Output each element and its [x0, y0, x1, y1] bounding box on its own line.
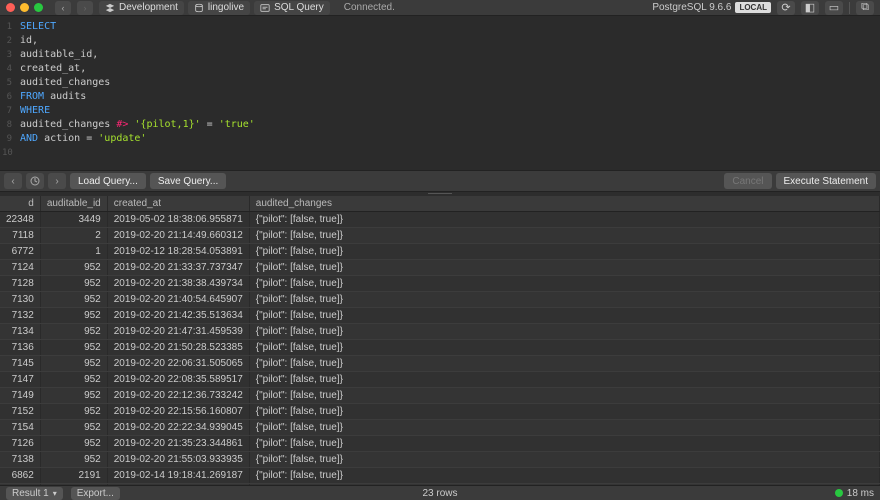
- export-button[interactable]: Export...: [71, 487, 120, 500]
- window-controls: [6, 3, 43, 12]
- nav-back-button[interactable]: ‹: [55, 1, 71, 15]
- minimize-window-icon[interactable]: [20, 3, 29, 12]
- results-grid[interactable]: dauditable_idcreated_ataudited_changes 2…: [0, 196, 880, 485]
- prev-statement-icon[interactable]: ‹: [4, 173, 22, 189]
- table-row[interactable]: 71389522019-02-20 21:55:03.933935{"pilot…: [0, 452, 880, 468]
- table-row[interactable]: 71369522019-02-20 21:50:28.523385{"pilot…: [0, 340, 880, 356]
- close-window-icon[interactable]: [6, 3, 15, 12]
- load-query-button[interactable]: Load Query...: [70, 173, 146, 189]
- zoom-window-icon[interactable]: [34, 3, 43, 12]
- query-editor[interactable]: 12345678910 SELECT id, auditable_id, cre…: [0, 16, 880, 170]
- nav-forward-button[interactable]: ›: [77, 1, 93, 15]
- exec-time: 18 ms: [835, 488, 874, 499]
- status-bar: Result 1 ▾ Export... 23 rows 18 ms: [0, 485, 880, 500]
- history-icon[interactable]: [26, 173, 44, 189]
- result-tab[interactable]: Result 1 ▾: [6, 487, 63, 500]
- table-row[interactable]: 71269522019-02-20 21:35:23.344861{"pilot…: [0, 436, 880, 452]
- db-version: PostgreSQL 9.6.6 LOCAL: [652, 2, 771, 13]
- refresh-icon[interactable]: ⟳: [777, 1, 795, 15]
- column-header-audited_changes[interactable]: audited_changes: [249, 196, 879, 212]
- table-row[interactable]: 71289522019-02-20 21:38:38.439734{"pilot…: [0, 276, 880, 292]
- cancel-button[interactable]: Cancel: [724, 173, 771, 189]
- row-count: 23 rows: [422, 488, 457, 499]
- table-row[interactable]: 2234834492019-05-02 18:38:06.955871{"pil…: [0, 212, 880, 228]
- save-query-button[interactable]: Save Query...: [150, 173, 226, 189]
- next-statement-icon[interactable]: ›: [48, 173, 66, 189]
- column-header-auditable_id[interactable]: auditable_id: [40, 196, 107, 212]
- layout-stack-icon[interactable]: ▭: [825, 1, 843, 15]
- table-row[interactable]: 71329522019-02-20 21:42:35.513634{"pilot…: [0, 308, 880, 324]
- table-row[interactable]: 71459522019-02-20 22:06:31.505065{"pilot…: [0, 356, 880, 372]
- column-header-created_at[interactable]: created_at: [107, 196, 249, 212]
- table-row[interactable]: 71549522019-02-20 22:22:34.939045{"pilot…: [0, 420, 880, 436]
- connection-status: Connected.: [344, 2, 395, 13]
- table-row[interactable]: 71479522019-02-20 22:08:35.589517{"pilot…: [0, 372, 880, 388]
- table-row[interactable]: 71309522019-02-20 21:40:54.645907{"pilot…: [0, 292, 880, 308]
- table-row[interactable]: 71499522019-02-20 22:12:36.733242{"pilot…: [0, 388, 880, 404]
- breadcrumb-sql-query[interactable]: SQL Query: [254, 1, 330, 15]
- breadcrumb-lingolive[interactable]: lingolive: [188, 1, 250, 15]
- table-row[interactable]: 71249522019-02-20 21:33:37.737347{"pilot…: [0, 260, 880, 276]
- status-ok-icon: [835, 489, 843, 497]
- execute-button[interactable]: Execute Statement: [776, 173, 877, 189]
- action-bar: ‹ › Load Query... Save Query... Cancel E…: [0, 170, 880, 192]
- column-header-d[interactable]: d: [0, 196, 40, 212]
- table-row[interactable]: 711822019-02-20 21:14:49.660312{"pilot":…: [0, 228, 880, 244]
- table-row[interactable]: 677212019-02-12 18:28:54.053891{"pilot":…: [0, 244, 880, 260]
- new-window-icon[interactable]: ⧉: [856, 1, 874, 15]
- breadcrumb-development[interactable]: Development: [99, 1, 184, 15]
- table-row[interactable]: 686221912019-02-14 19:18:41.269187{"pilo…: [0, 468, 880, 484]
- table-row[interactable]: 71349522019-02-20 21:47:31.459539{"pilot…: [0, 324, 880, 340]
- table-row[interactable]: 71529522019-02-20 22:15:56.160807{"pilot…: [0, 404, 880, 420]
- titlebar: ‹ › Development lingolive SQL Query Connec…: [0, 0, 880, 16]
- layout-split-icon[interactable]: ◧: [801, 1, 819, 15]
